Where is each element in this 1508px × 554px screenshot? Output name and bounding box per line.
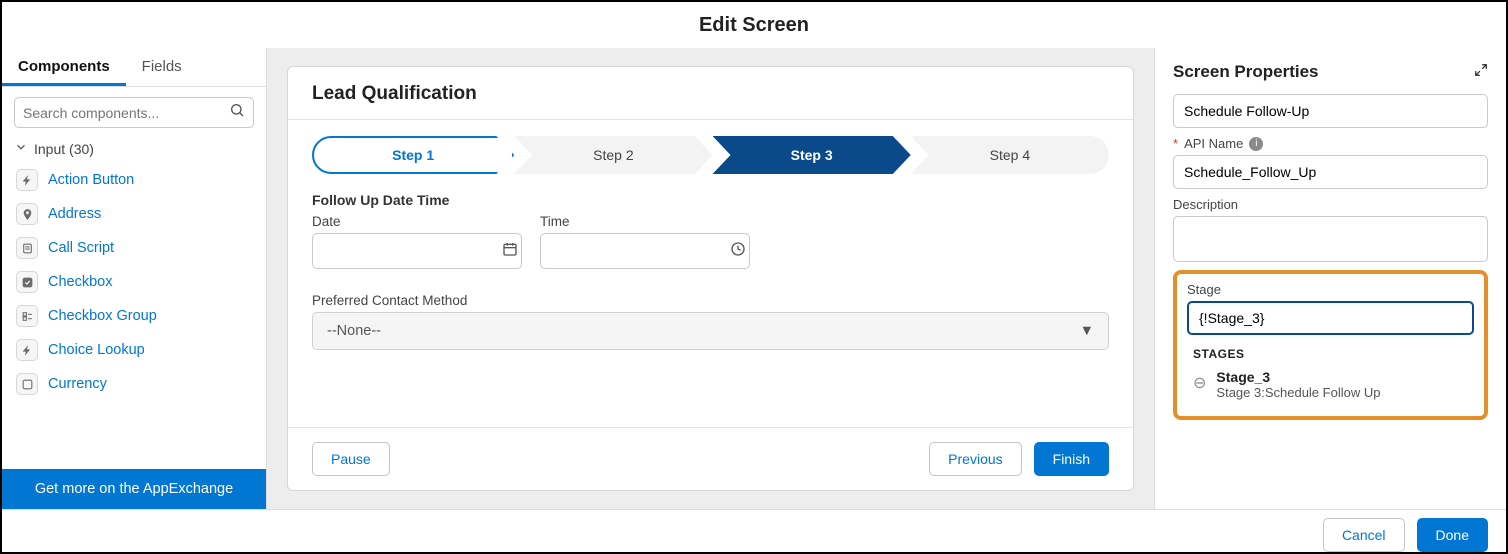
api-name-label: API Name i	[1173, 136, 1488, 151]
progress-path: Step 1 Step 2 Step 3 Step 4	[312, 136, 1109, 174]
search-input-wrap[interactable]	[14, 97, 254, 128]
component-label: Checkbox	[48, 274, 112, 290]
modal-footer: Cancel Done	[2, 509, 1506, 552]
calendar-icon	[502, 241, 518, 262]
properties-panel: Screen Properties API Name i Description…	[1154, 48, 1506, 509]
info-icon[interactable]: i	[1249, 137, 1263, 151]
label-input[interactable]	[1173, 94, 1488, 128]
component-checkbox[interactable]: Checkbox	[10, 265, 258, 299]
stage-option-stage-3[interactable]: ⊖ Stage_3 Stage 3:Schedule Follow Up	[1187, 365, 1474, 404]
modal-title: Edit Screen	[2, 2, 1506, 48]
time-label: Time	[540, 214, 750, 229]
time-input-wrap[interactable]	[540, 233, 750, 269]
checklist-icon	[16, 305, 38, 327]
chevron-down-icon	[14, 140, 28, 157]
tab-components[interactable]: Components	[2, 48, 126, 86]
followup-section-label: Follow Up Date Time	[312, 192, 1109, 208]
date-label: Date	[312, 214, 522, 229]
stage-label: Stage	[1187, 282, 1474, 297]
stage-field-highlight: Stage STAGES ⊖ Stage_3 Stage 3:Schedule …	[1173, 270, 1488, 420]
component-label: Choice Lookup	[48, 342, 145, 358]
contact-method-value: --None--	[327, 323, 381, 339]
component-group-header[interactable]: Input (30)	[2, 134, 266, 163]
properties-header: Screen Properties	[1173, 62, 1319, 82]
contact-method-label: Preferred Contact Method	[312, 293, 1109, 308]
component-group-label: Input (30)	[34, 141, 94, 157]
finish-button[interactable]: Finish	[1034, 442, 1109, 476]
component-address[interactable]: Address	[10, 197, 258, 231]
description-label: Description	[1173, 197, 1488, 212]
stage-input[interactable]	[1187, 301, 1474, 335]
tab-fields[interactable]: Fields	[126, 48, 198, 86]
path-step-1[interactable]: Step 1	[312, 136, 514, 174]
contact-method-select[interactable]: --None-- ▼	[312, 312, 1109, 350]
left-panel: Components Fields Input (30)	[2, 48, 267, 509]
pin-icon	[16, 203, 38, 225]
component-label: Call Script	[48, 240, 114, 256]
done-button[interactable]: Done	[1417, 518, 1488, 552]
component-currency[interactable]: Currency	[10, 367, 258, 401]
date-input-wrap[interactable]	[312, 233, 522, 269]
time-input[interactable]	[549, 243, 730, 259]
previous-button[interactable]: Previous	[929, 442, 1021, 476]
check-icon	[16, 271, 38, 293]
stage-dropdown: STAGES ⊖ Stage_3 Stage 3:Schedule Follow…	[1187, 343, 1474, 404]
date-input[interactable]	[321, 243, 502, 259]
caret-down-icon: ▼	[1080, 323, 1094, 339]
api-name-input[interactable]	[1173, 155, 1488, 189]
component-label: Action Button	[48, 172, 134, 188]
currency-icon	[16, 373, 38, 395]
path-step-2[interactable]: Step 2	[514, 136, 712, 174]
component-label: Currency	[48, 376, 107, 392]
clock-icon	[730, 241, 746, 262]
stage-dropdown-header: STAGES	[1187, 343, 1474, 365]
bolt-icon	[16, 169, 38, 191]
description-input[interactable]	[1173, 216, 1488, 262]
expand-icon[interactable]	[1474, 63, 1488, 82]
component-checkbox-group[interactable]: Checkbox Group	[10, 299, 258, 333]
stage-option-title: Stage_3	[1216, 369, 1380, 385]
path-step-4[interactable]: Step 4	[911, 136, 1109, 174]
lookup-icon	[16, 339, 38, 361]
search-icon	[229, 102, 245, 123]
component-action-button[interactable]: Action Button	[10, 163, 258, 197]
component-choice-lookup[interactable]: Choice Lookup	[10, 333, 258, 367]
component-label: Address	[48, 206, 101, 222]
component-call-script[interactable]: Call Script	[10, 231, 258, 265]
canvas-area: Lead Qualification Step 1 Step 2 Step 3 …	[267, 48, 1154, 509]
script-icon	[16, 237, 38, 259]
api-name-label-text: API Name	[1184, 136, 1243, 151]
component-label: Checkbox Group	[48, 308, 157, 324]
search-input[interactable]	[23, 105, 229, 121]
stage-node-icon: ⊖	[1193, 373, 1206, 393]
pause-button[interactable]: Pause	[312, 442, 390, 476]
cancel-button[interactable]: Cancel	[1323, 518, 1405, 552]
screen-title: Lead Qualification	[288, 67, 1133, 120]
stage-option-subtitle: Stage 3:Schedule Follow Up	[1216, 385, 1380, 400]
appexchange-link[interactable]: Get more on the AppExchange	[2, 469, 266, 509]
path-step-3[interactable]: Step 3	[713, 136, 911, 174]
